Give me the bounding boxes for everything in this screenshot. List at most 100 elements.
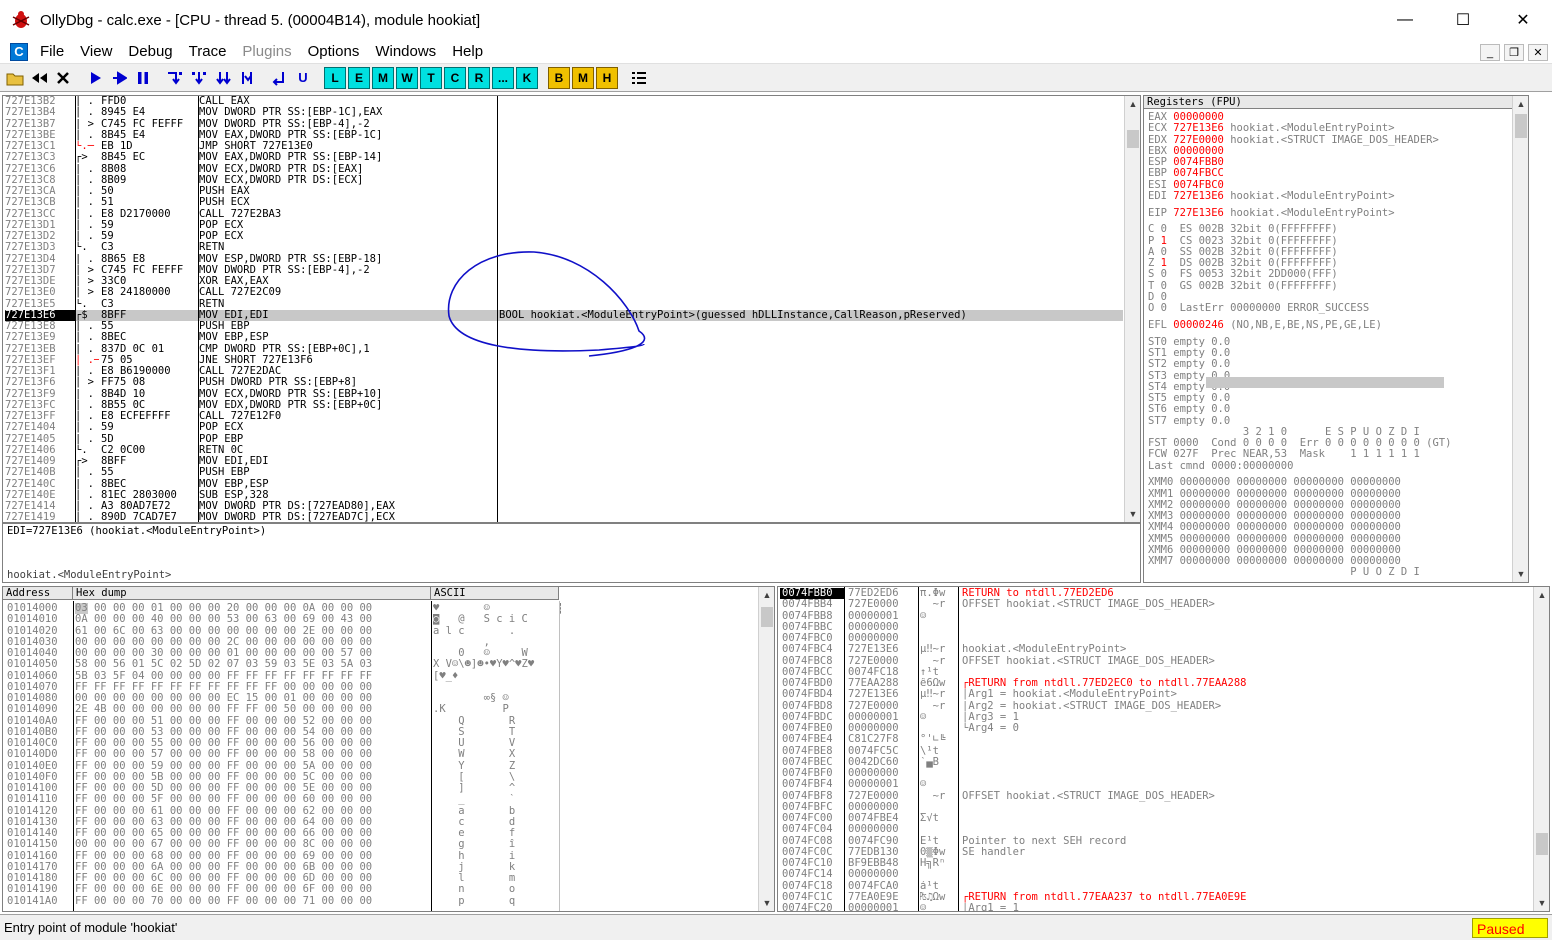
trace-over-icon[interactable]	[236, 67, 258, 89]
mdi-restore-button[interactable]: ❐	[1504, 44, 1524, 61]
menu-item-help[interactable]: Help	[450, 43, 485, 60]
open-folder-icon[interactable]	[4, 67, 26, 89]
dump-row[interactable]: 010140E0 FF 00 00 00 59 00 00 00 FF 00 00…	[7, 761, 561, 772]
scroll-up-arrow[interactable]: ▲	[1534, 587, 1549, 603]
stack-row[interactable]: 0074FC20 00000001 ☺ │Arg1 = 1	[780, 903, 1518, 911]
disasm-row[interactable]: 727E13BE │ . 8B45 E4 MOV EAX,DWORD PTR SS:[…	[5, 130, 1123, 141]
dump-row[interactable]: 010141A0 FF 00 00 00 70 00 00 00 FF 00 00…	[7, 896, 561, 907]
dump-row[interactable]: 01014120 FF 00 00 00 61 00 00 00 FF 00 00…	[7, 806, 561, 817]
disasm-row[interactable]: 727E13C6 │ . 8B08 MOV ECX,DWORD PTR DS:[EAX…	[5, 164, 1123, 175]
dump-row[interactable]: 01014140 FF 00 00 00 65 00 00 00 FF 00 00…	[7, 828, 561, 839]
column-divider[interactable]	[844, 587, 845, 911]
disasm-row[interactable]: 727E13FC │ . 8B55 0C MOV EDX,DWORD PTR SS:[…	[5, 400, 1123, 411]
dump-row[interactable]: 01014030 00 00 00 00 00 00 00 00 2C 00 00…	[7, 637, 561, 648]
dump-row[interactable]: 010140C0 FF 00 00 00 55 00 00 00 FF 00 00…	[7, 738, 561, 749]
scroll-down-arrow[interactable]: ▼	[1534, 895, 1549, 911]
close-program-icon[interactable]	[52, 67, 74, 89]
dump-header-hex[interactable]: Hex dump	[73, 587, 431, 600]
run-icon[interactable]	[84, 67, 106, 89]
scroll-down-arrow[interactable]: ▼	[1125, 506, 1140, 522]
dump-row[interactable]: 01014170 FF 00 00 00 6A 00 00 00 FF 00 00…	[7, 862, 561, 873]
dump-row[interactable]: 01014090 2E 4B 00 00 00 00 00 00 FF FF 00…	[7, 704, 561, 715]
disasm-row[interactable]: 727E13CC │ . E8 D2170000 CALL 727E2BA3	[5, 209, 1123, 220]
stack-row[interactable]: 0074FBC4 727E13E6 μ‼~r hookiat.<ModuleEntry…	[780, 644, 1518, 655]
stack-row[interactable]: 0074FBE0 00000000 └Arg4 = 0	[780, 723, 1518, 734]
close-button[interactable]: ✕	[1494, 0, 1552, 40]
dump-row[interactable]: 01014160 FF 00 00 00 68 00 00 00 FF 00 00…	[7, 851, 561, 862]
pause-icon[interactable]	[132, 67, 154, 89]
dump-row[interactable]: 010140B0 FF 00 00 00 53 00 00 00 FF 00 00…	[7, 727, 561, 738]
dump-header-ascii[interactable]: ASCII	[431, 587, 559, 600]
registers-pane[interactable]: Registers (FPU) EAX 00000000 ECX 727E13E6…	[1143, 95, 1529, 583]
dump-row[interactable]: 01014040 00 00 00 00 30 00 00 00 01 00 00…	[7, 648, 561, 659]
dump-row[interactable]: 01014020 61 00 6C 00 63 00 00 00 00 00 00…	[7, 626, 561, 637]
register-line[interactable]: EFL 00000246 (NO,NB,E,BE,NS,PE,GE,LE)	[1148, 319, 1451, 331]
step-into-icon[interactable]	[164, 67, 186, 89]
stack-row[interactable]: 0074FBDC 00000001 ☺ │Arg3 = 1	[780, 712, 1518, 723]
scroll-down-arrow[interactable]: ▼	[759, 895, 774, 911]
toolbar-window-button-l[interactable]: L	[324, 66, 346, 89]
dump-row[interactable]: 01014110 FF 00 00 00 5F 00 00 00 FF 00 00…	[7, 794, 561, 805]
menu-item-debug[interactable]: Debug	[126, 43, 174, 60]
toolbar-window-button-e[interactable]: E	[348, 66, 370, 89]
dump-row[interactable]: 010140A0 FF 00 00 00 51 00 00 00 FF 00 00…	[7, 716, 561, 727]
toolbar-window-button-m[interactable]: M	[372, 66, 394, 89]
ollydbg-bug-icon[interactable]	[10, 9, 32, 31]
dump-row[interactable]: 01014080 00 00 00 00 00 00 00 00 EC 15 00…	[7, 693, 561, 704]
register-line[interactable]: P U O Z D I	[1148, 567, 1451, 578]
trace-into-icon[interactable]	[212, 67, 234, 89]
disasm-row[interactable]: 727E13B7 │ > C745 FC FEFFF MOV DWORD PTR SS…	[5, 119, 1123, 130]
mdi-minimize-button[interactable]: _	[1480, 44, 1500, 61]
stack-row[interactable]: 0074FBE8 0074FC5C \¹t	[780, 746, 1518, 757]
disasm-row[interactable]: 727E1409 ┌> 8BFF MOV EDI,EDI	[5, 456, 1123, 467]
stack-scrollbar[interactable]: ▲ ▼	[1533, 587, 1549, 911]
disasm-row[interactable]: 727E1419 │ . 890D 7CAD7E7 MOV DWORD PTR DS:…	[5, 512, 1123, 522]
stack-row[interactable]: 0074FBB8 00000001 ☺	[780, 611, 1518, 622]
stack-row[interactable]: 0074FBC8 727E0000 ~r OFFSET hookiat.<STRUC…	[780, 656, 1518, 667]
toolbar-window-button-r[interactable]: R	[468, 66, 490, 89]
dump-row[interactable]: 01014050 58 00 56 01 5C 02 5D 02 07 03 59…	[7, 659, 561, 670]
disasm-row[interactable]: 727E13F9 │ . 8B4D 10 MOV ECX,DWORD PTR SS:[…	[5, 389, 1123, 400]
menu-item-file[interactable]: File	[38, 43, 66, 60]
register-line[interactable]: EIP 727E13E6 hookiat.<ModuleEntryPoint>	[1148, 207, 1451, 219]
disasm-row[interactable]: 727E13CA │ . 50 PUSH EAX	[5, 186, 1123, 197]
disasm-row[interactable]: 727E13B4 │ . 8945 E4 MOV DWORD PTR SS:[EBP-…	[5, 107, 1123, 118]
stack-row[interactable]: 0074FC18 0074FCA0 á¹t	[780, 881, 1518, 892]
scroll-up-arrow[interactable]: ▲	[1125, 96, 1140, 112]
scroll-thumb[interactable]	[761, 607, 773, 627]
stack-row[interactable]: 0074FBD8 727E0000 ~r │Arg2 = hookiat.<STRU…	[780, 701, 1518, 712]
disasm-row[interactable]: 727E13D1 │ . 59 POP ECX	[5, 220, 1123, 231]
scroll-thumb[interactable]	[1536, 833, 1548, 855]
dump-row[interactable]: 01014190 FF 00 00 00 6E 00 00 00 FF 00 00…	[7, 884, 561, 895]
minimize-button[interactable]: —	[1376, 0, 1434, 40]
register-line[interactable]: T 0 GS 002B 32bit 0(FFFFFFFF)	[1148, 280, 1451, 292]
dump-row[interactable]: 01014070 FF FF FF FF FF FF FF FF FF FF FF…	[7, 682, 561, 693]
column-divider[interactable]	[73, 601, 74, 911]
disassembly-pane[interactable]: 727E13B2 │ . FFD0 CALL EAX 727E13B4 │ . 8945 E…	[2, 95, 1141, 523]
dump-row[interactable]: 01014000 03 00 00 00 01 00 00 00 20 00 00…	[7, 603, 561, 614]
stack-row[interactable]: 0074FBB4 727E0000 ~r OFFSET hookiat.<STRUC…	[780, 599, 1518, 610]
registers-header[interactable]: Registers (FPU)	[1144, 96, 1528, 109]
stack-row[interactable]: 0074FBB0 77ED2ED6 π.Φw RETURN to ntdll.77ED…	[780, 588, 1518, 600]
menu-item-trace[interactable]: Trace	[187, 43, 229, 60]
dump-row[interactable]: 010140F0 FF 00 00 00 5B 00 00 00 FF 00 00…	[7, 772, 561, 783]
disasm-row[interactable]: 727E13C3 ┌> 8B45 EC MOV EAX,DWORD PTR SS:[E…	[5, 152, 1123, 163]
column-divider[interactable]	[559, 601, 560, 911]
toolbar-window-button-w[interactable]: W	[396, 66, 418, 89]
disasm-row[interactable]: 727E1406 └. C2 0C00 RETN 0C	[5, 445, 1123, 456]
disasm-row[interactable]: 727E13B2 │ . FFD0 CALL EAX	[5, 96, 1123, 107]
mdi-close-button[interactable]: ✕	[1528, 44, 1548, 61]
register-line[interactable]: EDI 727E13E6 hookiat.<ModuleEntryPoint>	[1148, 190, 1451, 202]
menu-item-windows[interactable]: Windows	[373, 43, 438, 60]
memory-dump-pane[interactable]: Address Hex dump ASCII 01014000 03 00 00 …	[2, 586, 775, 912]
info-pane[interactable]: EDI=727E13E6 (hookiat.<ModuleEntryPoint>…	[2, 523, 1141, 583]
disasm-row[interactable]: 727E13D2 │ . 59 POP ECX	[5, 231, 1123, 242]
stack-row[interactable]: 0074FBCC 0074FC18 ↑¹t	[780, 667, 1518, 678]
stack-row[interactable]: 0074FBBC 00000000	[780, 622, 1518, 633]
dump-row[interactable]: 01014060 5B 03 5F 04 00 00 00 00 FF FF FF…	[7, 671, 561, 682]
disasm-row[interactable]: 727E140C │ . 8BEC MOV EBP,ESP	[5, 479, 1123, 490]
toolbar-window-button-c[interactable]: C	[444, 66, 466, 89]
stack-row[interactable]: 0074FBD0 77EAA288 ê6Ωw ┌RETURN from ntdll.7…	[780, 678, 1518, 689]
dump-row[interactable]: 01014130 FF 00 00 00 63 00 00 00 FF 00 00…	[7, 817, 561, 828]
column-divider[interactable]	[75, 96, 76, 522]
